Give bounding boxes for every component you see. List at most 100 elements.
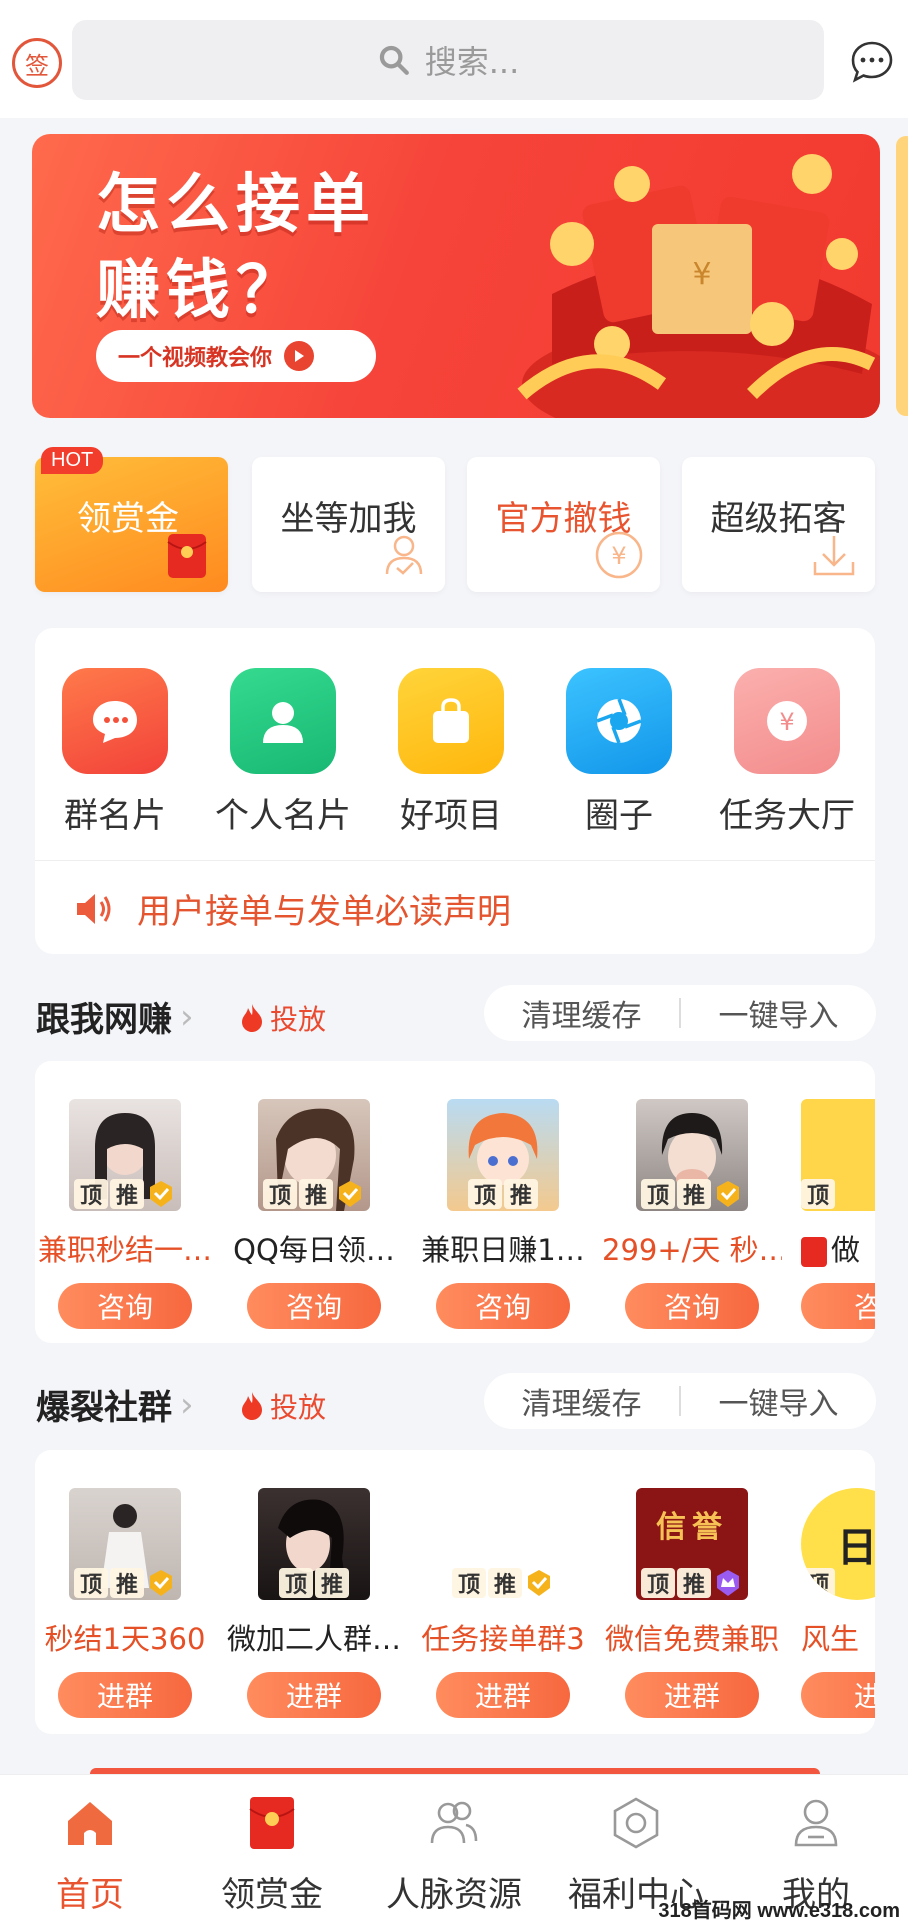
- recommend-tag: 推: [488, 1568, 522, 1598]
- category-personal-card[interactable]: 个人名片: [203, 668, 363, 837]
- join-group-button[interactable]: 进群: [58, 1672, 192, 1718]
- tab-contacts[interactable]: 人脉资源: [364, 1795, 544, 1916]
- verified-icon: [150, 1181, 172, 1207]
- item-title: QQ每日领…: [233, 1233, 395, 1267]
- top-tag: 顶: [279, 1568, 313, 1598]
- import-all-button[interactable]: 一键导入: [681, 1379, 876, 1423]
- tile-wait-add[interactable]: 坐等加我: [252, 457, 445, 592]
- chat-icon: [62, 668, 168, 774]
- section-title-follow[interactable]: 跟我网赚 ›: [36, 992, 194, 1041]
- fire-icon: [242, 1004, 262, 1032]
- avatar: 顶推: [69, 1488, 181, 1600]
- search-icon: [379, 45, 409, 75]
- category-label: 个人名片: [215, 796, 351, 836]
- list-item[interactable]: 顶 做 咨: [791, 1099, 875, 1329]
- list-item[interactable]: 顶推 QQ每日领… 咨询: [224, 1099, 404, 1329]
- item-title: 兼职日赚1…: [421, 1233, 585, 1267]
- tile-reward[interactable]: HOT 领赏金: [35, 447, 228, 592]
- consult-button[interactable]: 咨询: [436, 1283, 570, 1329]
- recommend-tag: 推: [110, 1568, 144, 1598]
- avatar: 顶推: [258, 1099, 370, 1211]
- tab-reward[interactable]: 领赏金: [182, 1795, 362, 1916]
- promote-link[interactable]: 投放: [240, 998, 326, 1038]
- list-item[interactable]: 顶推 兼职日赚1… 咨询: [413, 1099, 593, 1329]
- home-icon: [68, 1802, 112, 1845]
- person-check-icon: [385, 535, 423, 575]
- search-placeholder: 搜索...: [424, 43, 520, 81]
- banner-title: 怎么接单 赚钱？: [96, 168, 376, 328]
- red-envelope-illustration: ¥: [517, 154, 880, 418]
- avatar: 顶: [801, 1099, 875, 1211]
- person-icon: [230, 668, 336, 774]
- category-group-card[interactable]: 群名片: [35, 668, 195, 837]
- clear-cache-button[interactable]: 清理缓存: [484, 991, 679, 1035]
- top-bar: 签 搜索...: [0, 0, 908, 118]
- join-group-button[interactable]: 进群: [625, 1672, 759, 1718]
- list-item[interactable]: 顶推 299+/天 秒… 咨询: [602, 1099, 782, 1329]
- recommend-tag: 推: [315, 1568, 349, 1598]
- community-list: 顶推 秒结1天360 进群 顶推 微加二人群… 进群 顶推 任务接单群3 进群 …: [35, 1450, 875, 1734]
- tile-super-expand[interactable]: 超级拓客: [682, 457, 875, 592]
- item-title: 任务接单群3: [421, 1622, 585, 1656]
- red-envelope-icon: [801, 1237, 827, 1267]
- recommend-tag: 推: [299, 1179, 333, 1209]
- category-task-hall[interactable]: ¥ 任务大厅: [707, 668, 867, 837]
- item-title: 秒结1天360: [44, 1622, 206, 1656]
- tile-official-withdraw[interactable]: 官方撤钱 ¥: [467, 457, 660, 592]
- user-icon: [794, 1799, 838, 1847]
- item-title: 微加二人群…: [226, 1622, 401, 1656]
- watermark: 318首码网 www.e318.com: [658, 1900, 900, 1920]
- verified-icon: [528, 1570, 550, 1596]
- consult-button[interactable]: 咨: [801, 1283, 875, 1329]
- avatar: 顶推: [69, 1099, 181, 1211]
- consult-button[interactable]: 咨询: [625, 1283, 759, 1329]
- chevron-right-icon: ›: [180, 996, 194, 1037]
- list-item[interactable]: 顶推 微加二人群… 进群: [224, 1488, 404, 1718]
- verified-icon: [717, 1181, 739, 1207]
- crown-badge-icon: [717, 1570, 739, 1596]
- join-group-button[interactable]: 进: [801, 1672, 875, 1718]
- section-actions: 清理缓存 一键导入: [484, 985, 876, 1041]
- section-title-community[interactable]: 爆裂社群 ›: [36, 1380, 194, 1429]
- join-group-button[interactable]: 进群: [247, 1672, 381, 1718]
- search-bar[interactable]: 搜索...: [72, 20, 824, 100]
- yuan-coin-icon: ¥: [595, 531, 643, 579]
- avatar-text: 日: [837, 1525, 875, 1571]
- category-circle[interactable]: 圈子: [539, 668, 699, 837]
- promo-banner[interactable]: 怎么接单 赚钱？ 一个视频教会你 ¥: [32, 134, 880, 418]
- promote-link[interactable]: 投放: [240, 1386, 326, 1426]
- svg-text:¥: ¥: [692, 257, 711, 292]
- category-good-project[interactable]: 好项目: [371, 668, 531, 837]
- clear-cache-button[interactable]: 清理缓存: [484, 1379, 679, 1423]
- item-title: 微信免费兼职: [604, 1622, 779, 1656]
- join-group-button[interactable]: 进群: [436, 1672, 570, 1718]
- recommend-tag: 推: [677, 1568, 711, 1598]
- list-item[interactable]: 顶推 任务接单群3 进群: [413, 1488, 593, 1718]
- section-actions: 清理缓存 一键导入: [484, 1373, 876, 1429]
- list-item[interactable]: 顶推 秒结1天360 进群: [35, 1488, 215, 1718]
- category-label: 任务大厅: [719, 796, 855, 836]
- people-icon: [430, 1801, 478, 1844]
- sign-in-button[interactable]: 签: [12, 38, 62, 88]
- consult-button[interactable]: 咨询: [247, 1283, 381, 1329]
- play-icon: [284, 341, 315, 371]
- verified-icon: [339, 1181, 361, 1207]
- red-envelope-icon: [249, 1797, 295, 1849]
- avatar: 顶推: [447, 1488, 559, 1600]
- tab-label: 领赏金: [221, 1875, 323, 1915]
- top-tag: 顶: [801, 1568, 835, 1598]
- bag-icon: [398, 668, 504, 774]
- red-envelope-icon: [167, 534, 207, 578]
- top-tag: 顶: [801, 1179, 835, 1209]
- notice-link[interactable]: 用户接单与发单必读声明: [73, 884, 511, 933]
- top-tag: 顶: [74, 1568, 108, 1598]
- banner-video-button[interactable]: 一个视频教会你: [96, 330, 376, 382]
- import-all-button[interactable]: 一键导入: [681, 991, 876, 1035]
- list-item[interactable]: 日 顶 风生 进: [791, 1488, 875, 1718]
- tab-home[interactable]: 首页: [0, 1795, 180, 1916]
- chat-bubble-icon[interactable]: [850, 40, 894, 84]
- consult-button[interactable]: 咨询: [58, 1283, 192, 1329]
- list-item[interactable]: 信誉 顶推 微信免费兼职 进群: [602, 1488, 782, 1718]
- recommend-tag: 推: [677, 1179, 711, 1209]
- list-item[interactable]: 顶推 兼职秒结一… 咨询: [35, 1099, 215, 1329]
